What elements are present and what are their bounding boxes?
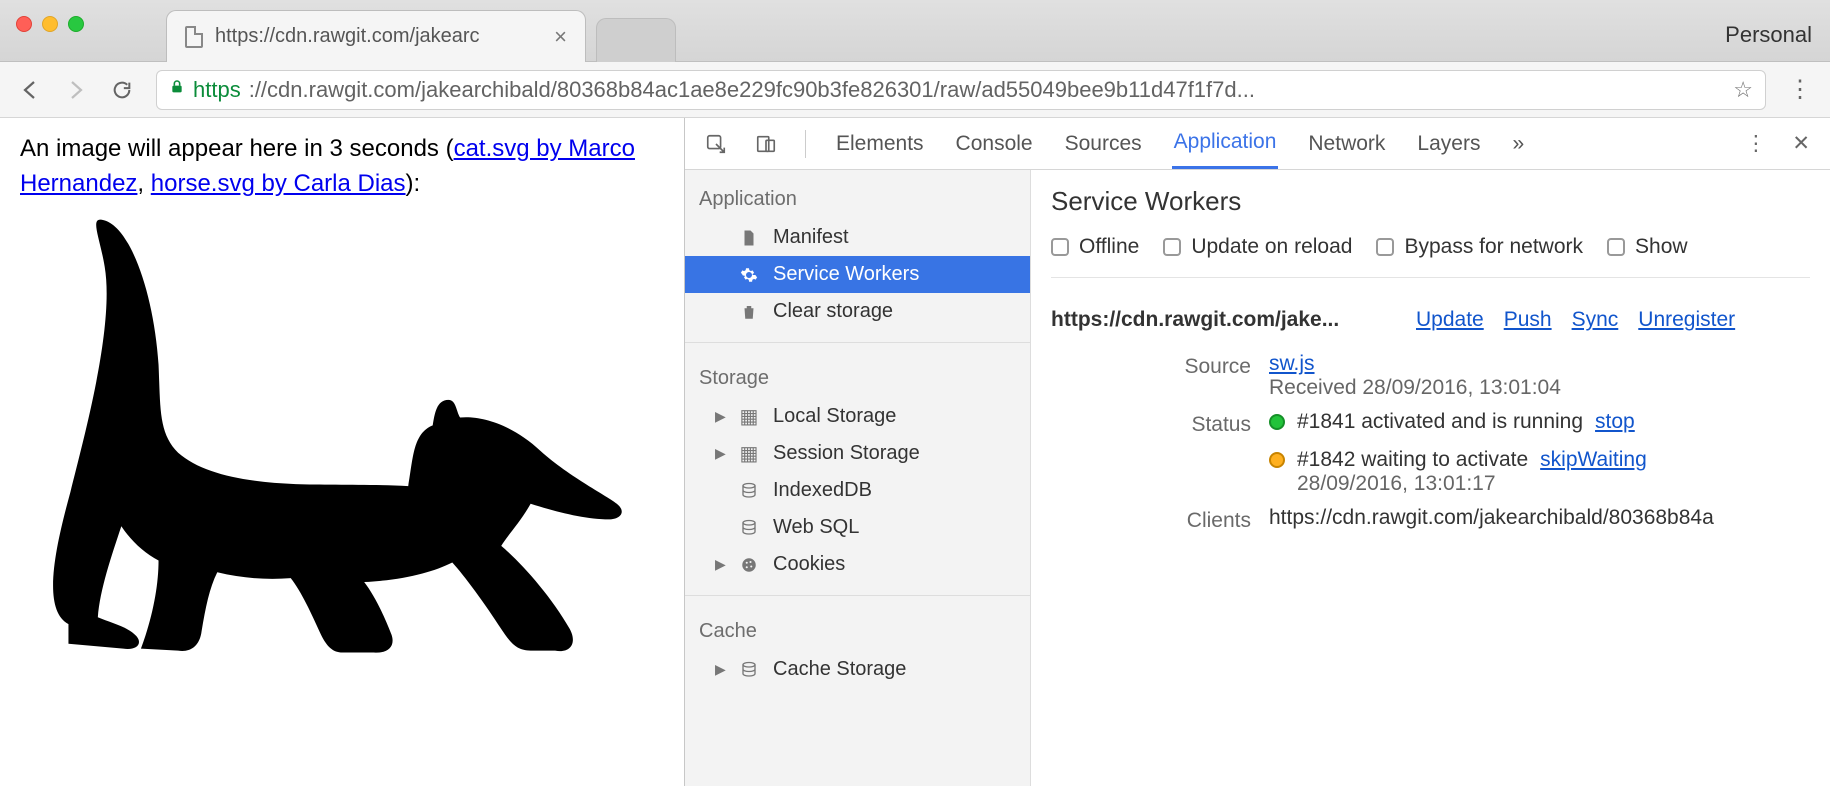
sw-options-row: Offline Update on reload Bypass for netw… (1051, 235, 1810, 259)
grid-icon: ▦ (739, 444, 759, 464)
sidebar-item-cookies[interactable]: ▶Cookies (685, 546, 1030, 583)
sidebar-item-session-storage[interactable]: ▶▦Session Storage (685, 435, 1030, 472)
sidebar-item-local-storage[interactable]: ▶▦Local Storage (685, 398, 1030, 435)
browser-tab[interactable]: https://cdn.rawgit.com/jakearc × (166, 10, 586, 62)
sw-origin: https://cdn.rawgit.com/jake... (1051, 308, 1386, 332)
link-push[interactable]: Push (1504, 308, 1552, 332)
page-text: An image will appear here in 3 seconds ( (20, 135, 454, 162)
devtools-tabs: Elements Console Sources Application Net… (685, 118, 1830, 170)
cat-svg (20, 208, 630, 678)
minimize-window-button[interactable] (42, 16, 58, 32)
lock-icon (169, 79, 185, 100)
source-received: Received 28/09/2016, 13:01:04 (1269, 376, 1810, 400)
link-update[interactable]: Update (1416, 308, 1484, 332)
link-source-file[interactable]: sw.js (1269, 352, 1315, 376)
link-stop[interactable]: stop (1595, 410, 1635, 434)
link-sync[interactable]: Sync (1572, 308, 1619, 332)
panel-title: Service Workers (1051, 186, 1810, 217)
checkbox-offline[interactable]: Offline (1051, 235, 1139, 259)
service-workers-panel: Service Workers Offline Update on reload… (1031, 170, 1830, 786)
trash-icon (739, 302, 759, 322)
device-toggle-icon[interactable] (755, 133, 777, 155)
database-icon (739, 518, 759, 538)
file-icon (739, 228, 759, 248)
label-source: Source (1051, 352, 1251, 379)
grid-icon: ▦ (739, 407, 759, 427)
devtools: Elements Console Sources Application Net… (684, 118, 1830, 786)
tab-elements[interactable]: Elements (834, 118, 926, 169)
status-waiting-time: 28/09/2016, 13:01:17 (1297, 472, 1810, 496)
tab-close-icon[interactable]: × (554, 24, 567, 50)
sidebar-item-cache-storage[interactable]: ▶Cache Storage (685, 651, 1030, 688)
inspect-icon[interactable] (705, 133, 727, 155)
tab-network[interactable]: Network (1306, 118, 1387, 169)
link-unregister[interactable]: Unregister (1638, 308, 1735, 332)
close-window-button[interactable] (16, 16, 32, 32)
url-text: ://cdn.rawgit.com/jakearchibald/80368b84… (249, 77, 1720, 103)
checkbox-show-all[interactable]: Show (1607, 235, 1688, 259)
label-status: Status (1051, 410, 1251, 437)
status-dot-waiting-icon (1269, 452, 1285, 468)
sidebar-item-web-sql[interactable]: Web SQL (685, 509, 1030, 546)
gear-icon (739, 265, 759, 285)
label-clients: Clients (1051, 506, 1251, 533)
application-sidebar: Application Manifest Service Workers (685, 170, 1031, 786)
file-icon (185, 26, 203, 48)
traffic-lights (16, 16, 84, 32)
status-active-text: #1841 activated and is running (1297, 410, 1583, 434)
devtools-menu-icon[interactable]: ⋮ (1745, 131, 1766, 156)
tab-layers[interactable]: Layers (1415, 118, 1482, 169)
sidebar-section-storage: Storage (685, 359, 1030, 398)
tab-console[interactable]: Console (954, 118, 1035, 169)
zoom-window-button[interactable] (68, 16, 84, 32)
url-scheme: https (193, 77, 241, 103)
database-icon (739, 660, 759, 680)
checkbox-bypass-for-network[interactable]: Bypass for network (1376, 235, 1583, 259)
browser-toolbar: https ://cdn.rawgit.com/jakearchibald/803… (0, 62, 1830, 118)
address-bar[interactable]: https ://cdn.rawgit.com/jakearchibald/803… (156, 70, 1766, 110)
cat-image (20, 208, 664, 678)
new-tab-button[interactable] (596, 18, 676, 62)
profile-label[interactable]: Personal (1725, 22, 1812, 48)
page-content: An image will appear here in 3 seconds (… (0, 118, 684, 786)
clients-value: https://cdn.rawgit.com/jakearchibald/803… (1269, 506, 1810, 530)
tab-sources[interactable]: Sources (1063, 118, 1144, 169)
tab-more[interactable]: » (1510, 118, 1526, 169)
sidebar-item-clear-storage[interactable]: Clear storage (685, 293, 1030, 330)
status-waiting-text: #1842 waiting to activate (1297, 448, 1528, 472)
link-skip-waiting[interactable]: skipWaiting (1540, 448, 1647, 472)
back-button[interactable] (18, 78, 42, 102)
bookmark-star-icon[interactable]: ☆ (1733, 77, 1753, 103)
reload-button[interactable] (110, 78, 134, 102)
tab-title: https://cdn.rawgit.com/jakearc (215, 25, 480, 48)
tab-application[interactable]: Application (1172, 118, 1279, 169)
chrome-menu-button[interactable]: ⋮ (1788, 75, 1812, 104)
sidebar-section-application: Application (685, 180, 1030, 219)
cookie-icon (739, 555, 759, 575)
sidebar-section-cache: Cache (685, 612, 1030, 651)
status-dot-active-icon (1269, 414, 1285, 430)
sidebar-item-manifest[interactable]: Manifest (685, 219, 1030, 256)
link-horse-svg[interactable]: horse.svg by Carla Dias (151, 170, 406, 197)
window-titlebar: https://cdn.rawgit.com/jakearc × Persona… (0, 0, 1830, 62)
sidebar-item-indexeddb[interactable]: IndexedDB (685, 472, 1030, 509)
forward-button[interactable] (64, 78, 88, 102)
database-icon (739, 481, 759, 501)
devtools-close-icon[interactable]: ✕ (1792, 131, 1810, 156)
sidebar-item-service-workers[interactable]: Service Workers (685, 256, 1030, 293)
checkbox-update-on-reload[interactable]: Update on reload (1163, 235, 1352, 259)
